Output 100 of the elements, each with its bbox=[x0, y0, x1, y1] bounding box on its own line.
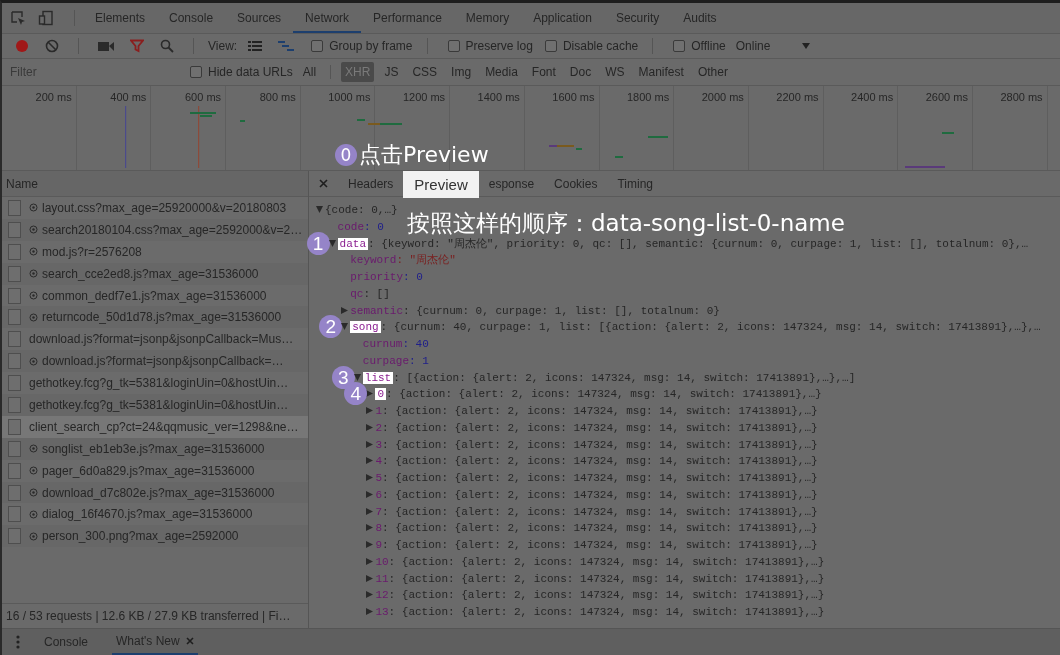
checkbox[interactable] bbox=[190, 66, 202, 78]
expand-arrow-icon[interactable] bbox=[366, 591, 374, 599]
expand-arrow-icon[interactable] bbox=[366, 440, 374, 448]
property-key: 4 bbox=[375, 455, 382, 468]
expand-arrow-icon[interactable] bbox=[366, 407, 374, 414]
checkbox-label[interactable]: Offline bbox=[691, 39, 726, 53]
panel-tab[interactable]: Elements bbox=[83, 3, 158, 33]
panel-tab[interactable]: Application bbox=[521, 3, 604, 33]
drawer-tab[interactable]: What's New bbox=[112, 629, 198, 655]
device-icon[interactable] bbox=[38, 10, 54, 26]
property-key: data bbox=[337, 237, 368, 250]
expand-arrow-icon[interactable] bbox=[328, 239, 336, 247]
more-icon[interactable] bbox=[16, 635, 20, 649]
file-icon bbox=[8, 331, 21, 348]
expand-arrow-icon[interactable] bbox=[316, 206, 323, 213]
throttling-dropdown[interactable]: Online bbox=[735, 39, 771, 53]
close-icon[interactable] bbox=[319, 179, 328, 188]
property-key: 2 bbox=[375, 421, 382, 434]
detail-tab[interactable]: Timing bbox=[607, 176, 663, 191]
checkbox-label[interactable]: Preserve log bbox=[465, 39, 533, 53]
caret-icon[interactable] bbox=[802, 43, 811, 49]
tick-label: 400 ms bbox=[110, 91, 147, 103]
type-filter-button[interactable]: Font bbox=[527, 62, 560, 82]
property-key: 6 bbox=[375, 488, 382, 501]
request-row[interactable]: client_search_cp?ct=24&qqmusic_ver=1298&ne… bbox=[2, 415, 308, 438]
expand-arrow-icon[interactable] bbox=[366, 474, 374, 481]
type-filter-button[interactable]: Doc bbox=[565, 62, 596, 82]
checkbox-label[interactable]: Group by frame bbox=[329, 39, 413, 53]
panel-tab[interactable]: Sources bbox=[225, 3, 294, 33]
expand-arrow-icon[interactable] bbox=[341, 306, 349, 314]
type-filter-button[interactable]: CSS bbox=[408, 62, 442, 82]
detail-tab[interactable]: Preview bbox=[403, 170, 479, 198]
checkbox-label[interactable]: Hide data URLs bbox=[208, 65, 293, 79]
type-filter-button[interactable]: Media bbox=[481, 62, 522, 82]
close-icon[interactable] bbox=[185, 637, 194, 645]
file-icon bbox=[8, 484, 21, 501]
expand-arrow-icon[interactable] bbox=[366, 423, 374, 431]
tick-label: 1200 ms bbox=[402, 91, 446, 103]
checkbox[interactable] bbox=[544, 40, 557, 52]
type-filter-button[interactable]: WS bbox=[601, 62, 629, 82]
panel-tab[interactable]: Network bbox=[293, 3, 362, 33]
checkbox[interactable] bbox=[311, 40, 324, 52]
file-icon bbox=[8, 265, 21, 282]
expand-arrow-icon[interactable] bbox=[366, 524, 374, 532]
filter-icon[interactable] bbox=[130, 39, 144, 53]
expand-arrow-icon[interactable] bbox=[366, 390, 374, 398]
type-filter-button[interactable]: All bbox=[298, 62, 321, 82]
drawer-tab[interactable]: Console bbox=[40, 629, 93, 655]
type-filter-button[interactable]: Manifest bbox=[634, 62, 688, 82]
file-icon bbox=[8, 506, 21, 523]
panel-tab[interactable]: Performance bbox=[361, 3, 454, 33]
property-key: song bbox=[350, 321, 381, 334]
type-filter-button[interactable]: Img bbox=[447, 62, 476, 82]
panel-tab[interactable]: Security bbox=[603, 3, 672, 33]
checkbox[interactable] bbox=[673, 40, 686, 52]
expand-arrow-icon[interactable] bbox=[366, 541, 374, 548]
property-value: : {action: {alert: 2, icons: 147324, msg: 14, switch: 17413891},…} bbox=[386, 388, 822, 401]
step-badge: 2 bbox=[319, 315, 343, 339]
list-view-icon[interactable] bbox=[248, 40, 263, 52]
type-filter-button[interactable]: JS bbox=[380, 62, 403, 82]
checkbox[interactable] bbox=[447, 40, 460, 52]
expand-arrow-icon[interactable] bbox=[366, 457, 374, 465]
column-header[interactable]: Name bbox=[6, 176, 38, 191]
file-icon bbox=[8, 353, 21, 370]
detail-tab[interactable]: esponse bbox=[478, 176, 545, 191]
property-value: : {action: {alert: 2, icons: 147324, msg: 14, switch: 17413891},…} bbox=[382, 455, 818, 468]
detail-tab[interactable]: Headers bbox=[338, 176, 404, 191]
property-value: : {action: {alert: 2, icons: 147324, msg: 14, switch: 17413891},…} bbox=[388, 589, 825, 602]
detail-tab[interactable]: Cookies bbox=[544, 176, 608, 191]
property-key: keyword bbox=[350, 254, 397, 267]
file-icon bbox=[8, 199, 21, 216]
expand-arrow-icon[interactable] bbox=[353, 373, 361, 381]
type-filter-button[interactable]: Other bbox=[693, 62, 732, 82]
camera-icon[interactable] bbox=[98, 40, 114, 52]
expand-arrow-icon[interactable] bbox=[366, 608, 374, 615]
tick-label: 2400 ms bbox=[851, 91, 894, 103]
panel-tab[interactable]: Audits bbox=[671, 3, 729, 33]
panel-tab[interactable]: Console bbox=[157, 3, 226, 33]
expand-arrow-icon[interactable] bbox=[366, 557, 374, 565]
record-icon[interactable] bbox=[15, 39, 29, 53]
expand-arrow-icon[interactable] bbox=[366, 490, 374, 498]
expand-arrow-icon[interactable] bbox=[341, 323, 349, 331]
expand-arrow-icon[interactable] bbox=[366, 507, 374, 515]
property-key: code bbox=[337, 220, 364, 233]
property-key: priority bbox=[350, 271, 403, 283]
property-value: : {action: {alert: 2, icons: 147324, msg: 14, switch: 17413891},…} bbox=[388, 606, 825, 618]
property-value: : {action: {alert: 2, icons: 147324, msg: 14, switch: 17413891},…} bbox=[382, 472, 818, 484]
search-icon[interactable] bbox=[160, 39, 174, 53]
tick-label: 2800 ms bbox=[1000, 91, 1043, 103]
property-value: : 0 bbox=[364, 220, 384, 233]
waterfall-icon[interactable] bbox=[278, 40, 295, 52]
inspect-icon[interactable] bbox=[10, 10, 26, 26]
property-value: : 0 bbox=[403, 271, 423, 283]
checkbox-label[interactable]: Disable cache bbox=[562, 39, 639, 53]
tick-label: 800 ms bbox=[259, 91, 296, 103]
expand-arrow-icon[interactable] bbox=[366, 574, 374, 582]
property-value: : {curnum: 0, curpage: 1, list: [], totalnum: 0} bbox=[403, 304, 720, 317]
clear-icon[interactable] bbox=[45, 39, 59, 53]
view-label: View: bbox=[208, 39, 238, 53]
panel-tab[interactable]: Memory bbox=[453, 3, 522, 33]
